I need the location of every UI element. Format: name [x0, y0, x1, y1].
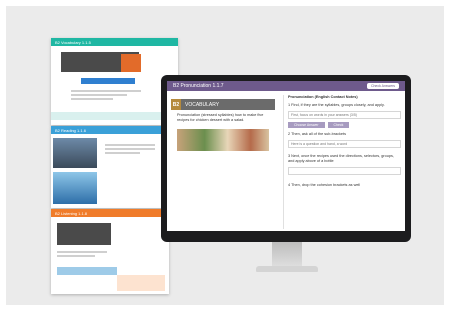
- answer-field-2[interactable]: Here is a question and hand, a word: [288, 140, 401, 148]
- question-4: 4 Then, drop the cohesion brackets as we…: [288, 183, 361, 187]
- card-instruction: Pronunciation (stressed syllables) how t…: [177, 113, 264, 122]
- mini-title-bar: B2 Reading 1.1.6: [51, 126, 169, 134]
- answer-buttons: Choose Answer Check: [288, 122, 401, 128]
- monitor-stand: [272, 242, 302, 268]
- left-panel: B2 VOCABULARY Pronunciation (stressed sy…: [171, 95, 279, 229]
- level-badge: B2: [171, 99, 181, 110]
- mini-title: B2 Listening 1.1.8: [55, 210, 88, 216]
- right-panel: Pronunciation (English Contact Notes) 1 …: [283, 95, 401, 229]
- mini-text-lines: [57, 249, 107, 259]
- food-image: [177, 129, 269, 151]
- exercise-heading: Pronunciation (English Contact Notes): [288, 95, 358, 99]
- question-3: 3 Next, once the recipes used the direct…: [288, 154, 394, 163]
- mini-title: B2 Vocabulary 1.1.5: [55, 39, 91, 45]
- card-title: VOCABULARY: [185, 101, 220, 108]
- mini-screenshot-reading: B2 Reading 1.1.6: [51, 126, 169, 208]
- mini-screenshot-vocabulary: B2 Vocabulary 1.1.5: [51, 38, 178, 125]
- answer-field-3[interactable]: [288, 167, 401, 175]
- answer-field-1[interactable]: First, focus on words in your answers (3…: [288, 111, 401, 119]
- desktop-monitor: B2 Pronunciation 1.1.7 Check Answers B2 …: [161, 75, 411, 242]
- mini-title-bar: B2 Listening 1.1.8: [51, 209, 169, 217]
- question-2: 2 Then, ask all of the sub-brackets: [288, 132, 346, 136]
- check-button[interactable]: Check: [327, 122, 350, 128]
- mini-blue-button[interactable]: [81, 78, 135, 84]
- product-showcase: B2 Vocabulary 1.1.5 B2 Reading 1.1.6 B2 …: [6, 6, 444, 305]
- question-1: 1 Find, if they are the syllables, group…: [288, 103, 385, 107]
- vocabulary-card-header: B2 VOCABULARY: [171, 99, 275, 110]
- mini-text-lines: [105, 142, 155, 156]
- app-title: B2 Pronunciation 1.1.7: [173, 83, 224, 89]
- mini-text-lines: [71, 88, 141, 102]
- mini-orange-accent: [121, 54, 141, 72]
- mini-screenshot-listening: B2 Listening 1.1.8: [51, 209, 169, 294]
- choose-answer-button[interactable]: Choose Answer: [288, 122, 325, 128]
- check-answers-button[interactable]: Check Answers: [367, 83, 399, 89]
- mini-dark-panel: [57, 223, 111, 245]
- app-header: B2 Pronunciation 1.1.7 Check Answers: [167, 81, 405, 91]
- mini-grid-table: [117, 275, 165, 291]
- mini-title-bar: B2 Vocabulary 1.1.5: [51, 38, 178, 46]
- mini-toolbar: [51, 112, 178, 120]
- mini-title: B2 Reading 1.1.6: [55, 127, 86, 133]
- mini-answer-buttons[interactable]: [57, 267, 117, 275]
- monitor-screen: B2 Pronunciation 1.1.7 Check Answers B2 …: [167, 81, 405, 231]
- mini-photo-sea: [53, 172, 97, 204]
- monitor-base: [256, 266, 318, 272]
- mini-photo-building: [53, 138, 97, 168]
